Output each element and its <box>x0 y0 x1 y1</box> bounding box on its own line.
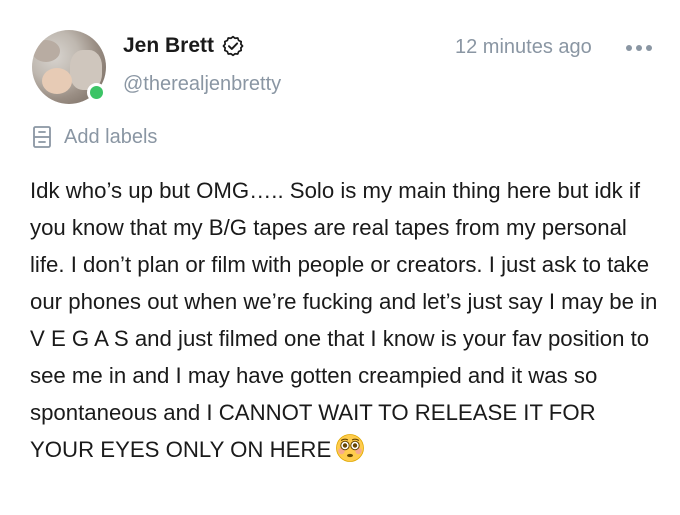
add-labels-button[interactable]: Add labels <box>32 124 157 150</box>
online-status-dot <box>87 83 106 102</box>
author-handle[interactable]: @therealjenbretty <box>123 72 281 96</box>
add-labels-label: Add labels <box>64 126 158 148</box>
post-card: Jen Brett @therealjenbretty 12 minutes a… <box>0 0 680 515</box>
post-body-text: Idk who’s up but OMG….. Solo is my main … <box>30 178 658 462</box>
post-timestamp[interactable]: 12 minutes ago <box>455 35 592 59</box>
post-body: Idk who’s up but OMG….. Solo is my main … <box>30 172 662 468</box>
verified-badge-icon <box>222 35 244 57</box>
more-dots-icon[interactable] <box>623 38 655 58</box>
avatar-image-detail <box>32 40 60 62</box>
author-name[interactable]: Jen Brett <box>123 33 214 59</box>
author-name-row: Jen Brett <box>123 33 244 59</box>
label-icon <box>32 125 52 149</box>
flushed-face-emoji-icon <box>335 433 365 463</box>
avatar[interactable] <box>32 30 106 104</box>
avatar-image-detail <box>42 68 72 94</box>
